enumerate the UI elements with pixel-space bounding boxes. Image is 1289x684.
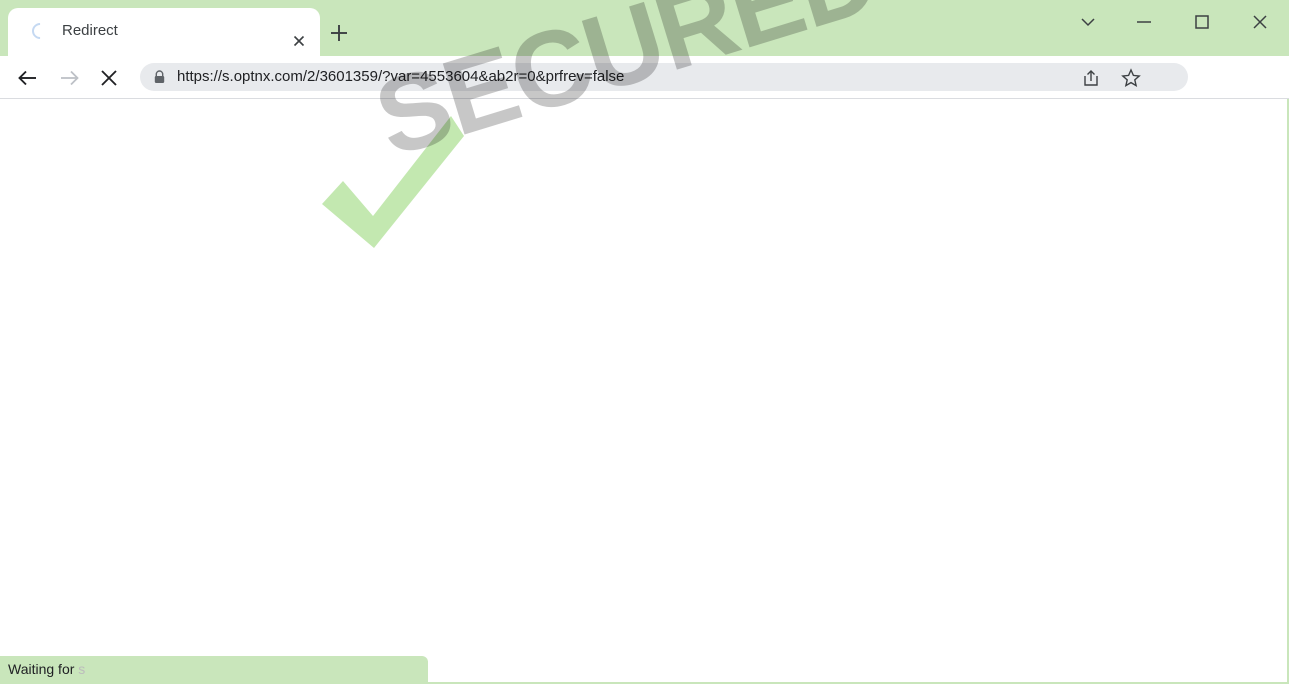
maximize-icon[interactable] [1182, 6, 1222, 38]
loading-spinner-icon [28, 19, 52, 43]
browser-window: Redirect https://s.optnx.com/2/3601359/?… [0, 0, 1289, 684]
close-icon[interactable] [1240, 6, 1280, 38]
back-button[interactable] [15, 65, 41, 91]
lock-icon[interactable] [153, 70, 166, 84]
address-bar[interactable]: https://s.optnx.com/2/3601359/?var=45536… [140, 63, 1188, 91]
chevron-down-icon[interactable] [1068, 6, 1108, 38]
url-text[interactable]: https://s.optnx.com/2/3601359/?var=45536… [177, 67, 1048, 87]
stop-loading-button[interactable] [96, 65, 122, 91]
bookmark-star-icon[interactable] [1120, 67, 1142, 89]
status-prefix: Waiting for [8, 661, 75, 677]
status-text: Waiting for s [8, 660, 85, 679]
minimize-icon[interactable] [1124, 6, 1164, 38]
page-viewport [0, 99, 1289, 684]
status-host: s [78, 661, 86, 677]
forward-button [56, 65, 82, 91]
browser-toolbar: https://s.optnx.com/2/3601359/?var=45536… [0, 56, 1289, 143]
tab-redirect[interactable]: Redirect [8, 8, 320, 56]
tab-strip: Redirect [0, 0, 1289, 56]
tab-close-icon[interactable] [288, 30, 310, 52]
status-bubble: Waiting for s [0, 656, 428, 683]
share-icon[interactable] [1080, 67, 1102, 89]
new-tab-button[interactable] [326, 20, 352, 46]
tab-title: Redirect [62, 22, 118, 39]
